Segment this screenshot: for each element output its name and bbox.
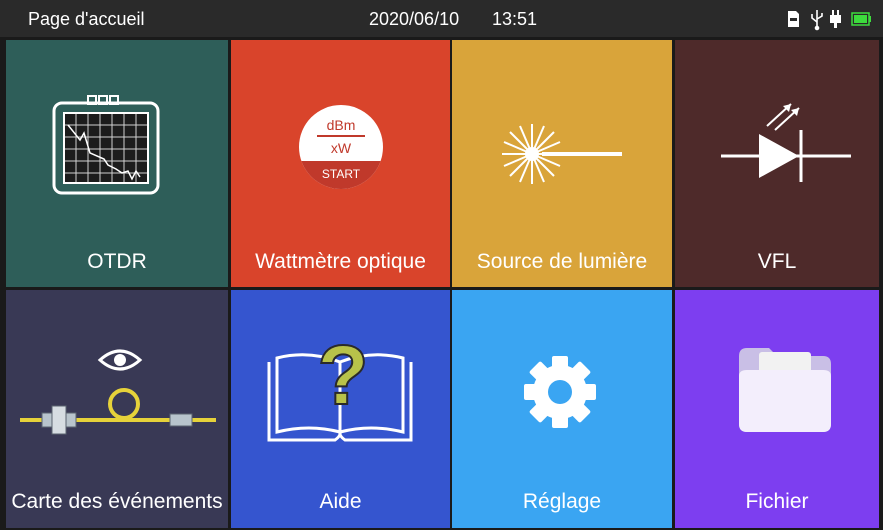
help-book-icon: ?: [267, 328, 413, 442]
battery-level: [854, 15, 867, 23]
svg-text:?: ?: [317, 328, 368, 422]
status-bar: Page d'accueil 2020/06/10 13:51: [0, 0, 883, 37]
tile-help[interactable]: ? Aide: [231, 290, 450, 528]
tile-settings[interactable]: Réglage: [452, 290, 672, 528]
tile-light-source[interactable]: Source de lumière: [452, 40, 672, 287]
status-icons: [788, 10, 871, 31]
tile-label: Réglage: [522, 490, 602, 513]
power-meter-start-badge: START: [322, 167, 361, 181]
tile-otdr[interactable]: OTDR: [6, 40, 228, 287]
tile-label: Wattmètre optique: [255, 250, 426, 273]
battery-icon: [851, 12, 871, 26]
power-plug-icon: [830, 10, 841, 28]
tile-label: OTDR: [87, 250, 147, 273]
tile-vfl[interactable]: VFL: [675, 40, 879, 287]
usb-icon: [811, 10, 823, 31]
tile-label: Aide: [319, 490, 362, 513]
status-time: 13:51: [492, 9, 538, 29]
power-meter-unit-top: dBm: [327, 117, 356, 133]
sd-card-icon: [788, 11, 799, 27]
light-source-icon: [502, 124, 622, 184]
tile-power-meter[interactable]: dBm xW START Wattmètre optique: [231, 40, 450, 287]
power-meter-icon: dBm xW START: [299, 105, 383, 189]
tile-label: VFL: [757, 250, 797, 273]
otdr-device-icon: [52, 95, 160, 195]
tile-label: Fichier: [745, 490, 809, 513]
power-meter-unit-bottom: xW: [331, 140, 352, 156]
tile-label: Source de lumière: [476, 250, 648, 273]
folder-icon: [739, 348, 831, 432]
status-date: 2020/06/10: [369, 9, 460, 29]
tile-label: Carte des événements: [11, 490, 223, 513]
tile-file[interactable]: Fichier: [675, 290, 879, 528]
page-title: Page d'accueil: [28, 9, 145, 29]
gear-icon: [524, 356, 596, 428]
eye-icon: [97, 349, 143, 371]
event-map-icon: [20, 349, 216, 435]
tile-event-map[interactable]: Carte des événements: [6, 290, 228, 528]
laser-diode-icon: [721, 103, 851, 182]
